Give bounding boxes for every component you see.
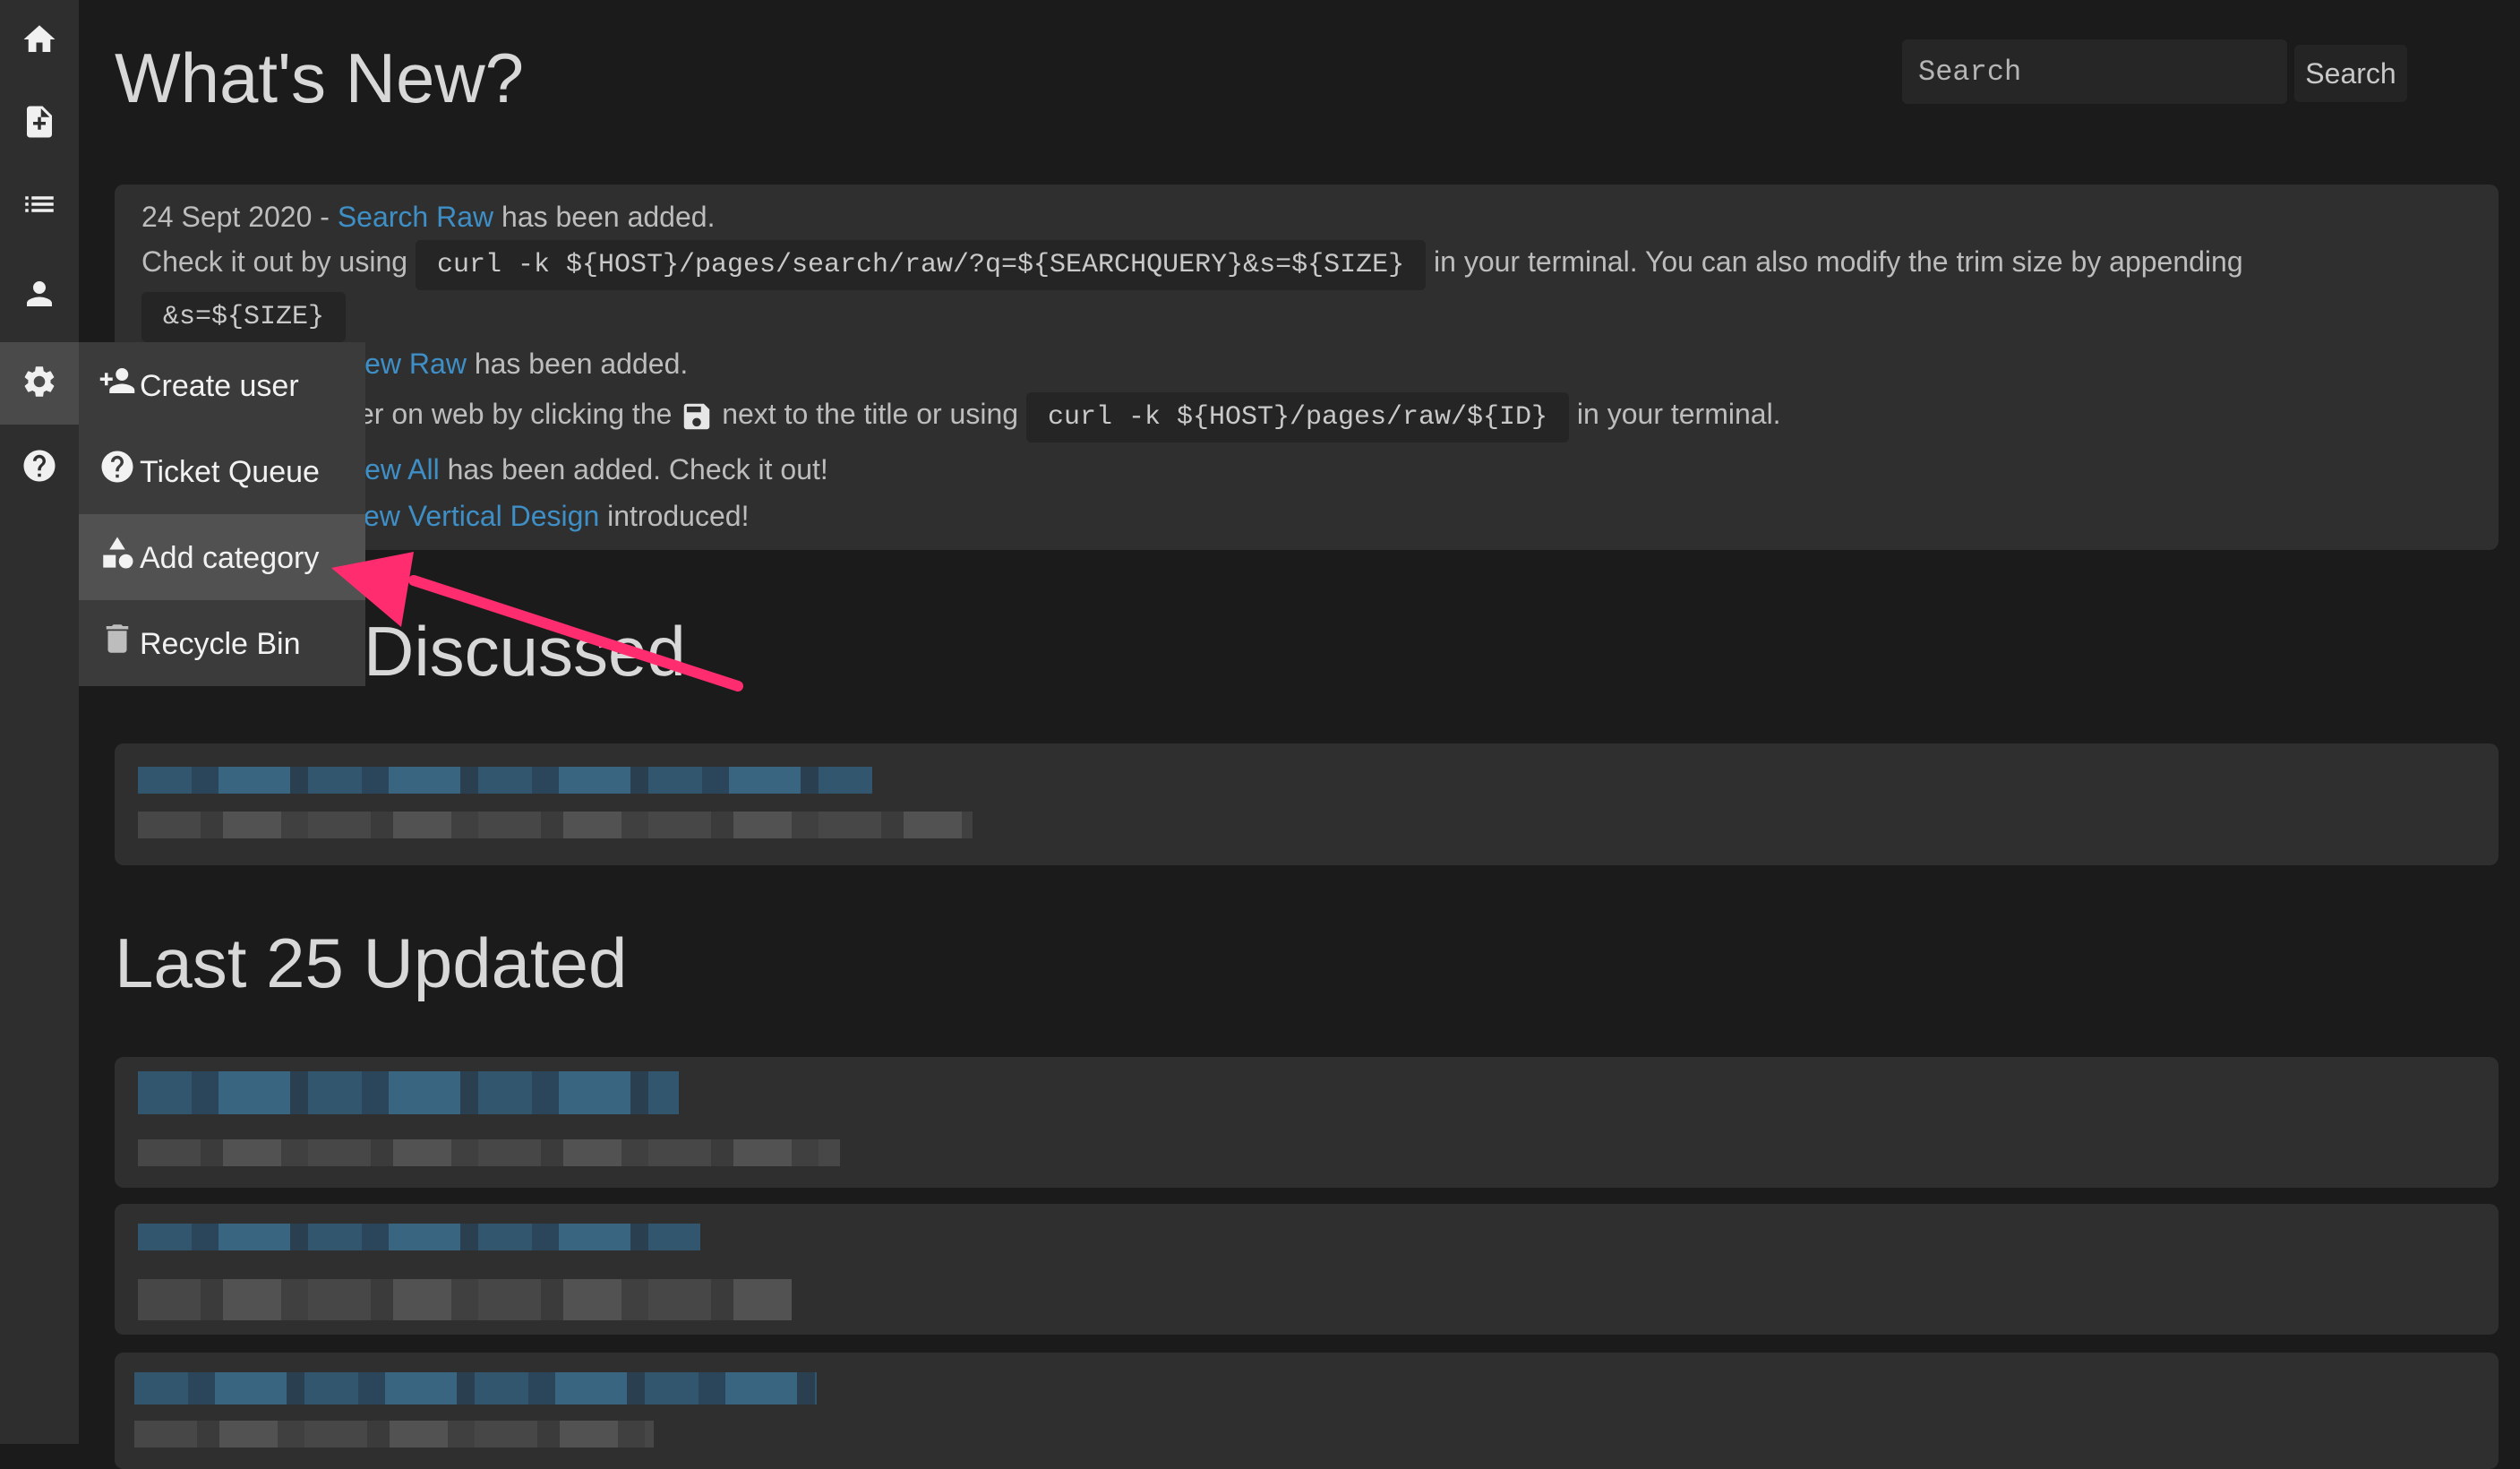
news-text: introduced! xyxy=(599,500,750,532)
home-button[interactable] xyxy=(0,0,79,82)
news-text: er on web by clicking the xyxy=(358,398,673,430)
view-raw-command: curl -k ${HOST}/pages/raw/${ID} xyxy=(1025,392,1570,442)
save-icon xyxy=(680,399,714,434)
redacted-title xyxy=(138,1224,700,1250)
home-icon xyxy=(21,21,58,63)
news-text: has been added. xyxy=(466,348,689,380)
news-text: in your terminal. xyxy=(1576,398,1781,430)
page-title: What's New? xyxy=(115,39,525,117)
shapes-icon xyxy=(99,534,136,571)
redacted-title xyxy=(138,767,872,794)
news-item-size-param: &s=${SIZE} xyxy=(141,292,347,342)
size-param-code: &s=${SIZE} xyxy=(141,292,347,342)
menu-item-label: Add category xyxy=(140,541,320,575)
redacted-subtitle xyxy=(138,1279,792,1320)
news-text: Check it out by using xyxy=(141,245,408,278)
news-text: has been added. Check it out! xyxy=(439,453,828,485)
new-page-button[interactable] xyxy=(0,82,79,165)
menu-item-label: Create user xyxy=(140,369,299,403)
updated-item-card[interactable] xyxy=(115,1057,2499,1188)
news-text: in your terminal. You can also modify th… xyxy=(1434,245,2243,278)
news-item-vertical-design: ew Vertical Design introduced! xyxy=(364,500,749,533)
new-document-icon xyxy=(21,103,58,145)
news-text: next to the title or using xyxy=(722,398,1019,430)
section-title-discussed: Discussed xyxy=(364,612,686,691)
redacted-title xyxy=(138,1071,679,1114)
whats-new-panel: 24 Sept 2020 - Search Raw has been added… xyxy=(115,185,2499,550)
menu-item-add-category[interactable]: Add category xyxy=(79,514,365,600)
list-button[interactable] xyxy=(0,165,79,247)
settings-flyout-menu: Create user Ticket Queue Add category Re… xyxy=(79,342,365,686)
trash-icon xyxy=(99,620,136,657)
updated-item-card[interactable] xyxy=(115,1353,2499,1469)
news-item-view-raw: iew Raw has been added. xyxy=(358,348,688,381)
search-input[interactable] xyxy=(1902,39,2287,104)
settings-button[interactable] xyxy=(0,342,79,425)
help-button[interactable] xyxy=(0,426,79,509)
view-raw-link[interactable]: iew Raw xyxy=(358,348,467,380)
menu-item-ticket-queue[interactable]: Ticket Queue xyxy=(79,428,365,514)
redacted-title xyxy=(134,1372,817,1405)
gear-icon xyxy=(21,363,58,405)
help-icon xyxy=(21,447,58,489)
search-raw-command: curl -k ${HOST}/pages/search/raw/?q=${SE… xyxy=(415,240,1427,290)
list-icon xyxy=(21,185,58,228)
search-button[interactable]: Search xyxy=(2294,45,2407,102)
search-raw-link[interactable]: Search Raw xyxy=(338,201,493,233)
section-title-last-updated: Last 25 Updated xyxy=(115,923,628,1002)
news-date: 24 Sept 2020 - xyxy=(141,201,338,233)
news-text: has been added. xyxy=(493,201,716,233)
question-circle-icon xyxy=(99,448,136,485)
menu-item-label: Ticket Queue xyxy=(140,455,320,489)
menu-item-recycle-bin[interactable]: Recycle Bin xyxy=(79,600,365,686)
redacted-subtitle xyxy=(138,1139,840,1166)
discussed-item-card[interactable] xyxy=(115,743,2499,865)
add-user-icon xyxy=(99,362,136,399)
news-item-search-raw-usage: Check it out by using curl -k ${HOST}/pa… xyxy=(141,240,2243,290)
vertical-design-link[interactable]: ew Vertical Design xyxy=(364,500,599,532)
news-item-view-raw-usage: er on web by clicking the next to the ti… xyxy=(358,392,1781,442)
left-nav-rail xyxy=(0,0,79,1444)
menu-item-create-user[interactable]: Create user xyxy=(79,342,365,428)
redacted-subtitle xyxy=(138,812,973,838)
user-icon xyxy=(21,275,58,317)
news-item-view-all: iew All has been added. Check it out! xyxy=(358,453,828,486)
view-all-link[interactable]: iew All xyxy=(358,453,440,485)
updated-item-card[interactable] xyxy=(115,1204,2499,1335)
news-item-search-raw: 24 Sept 2020 - Search Raw has been added… xyxy=(141,201,715,234)
menu-item-label: Recycle Bin xyxy=(140,627,301,661)
account-button[interactable] xyxy=(0,254,79,337)
